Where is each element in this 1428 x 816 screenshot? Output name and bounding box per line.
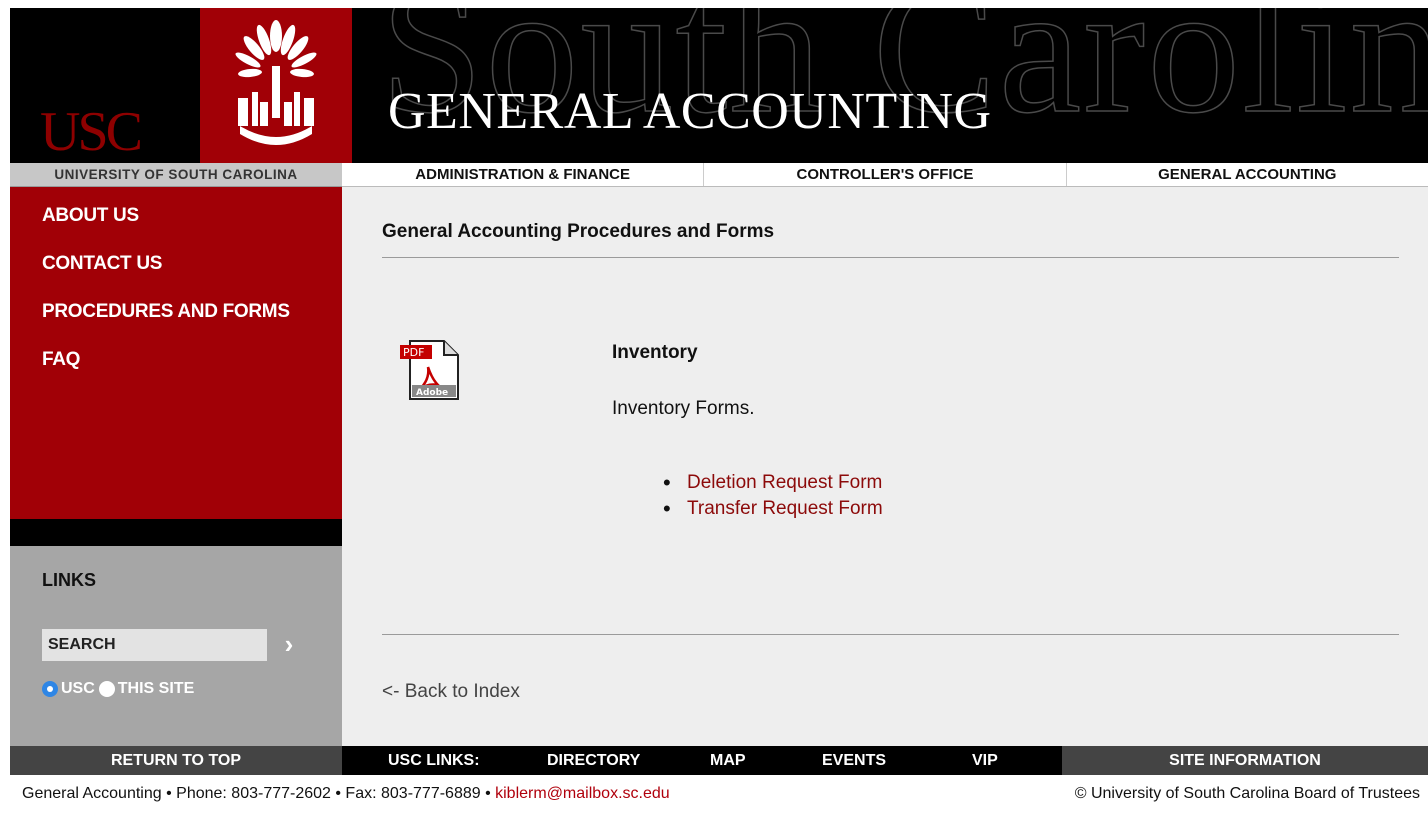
transfer-request-form-link[interactable]: Transfer Request Form bbox=[687, 498, 883, 519]
sidebar-item-contact-us[interactable]: CONTACT US bbox=[42, 253, 342, 275]
bottom-divider bbox=[382, 634, 1399, 635]
contact-details: General Accounting • Phone: 803-777-2602… bbox=[22, 785, 496, 802]
nav-controllers-office[interactable]: CONTROLLER'S OFFICE bbox=[704, 163, 1067, 186]
page-title: General Accounting Procedures and Forms bbox=[382, 221, 775, 242]
links-panel: LINKS › USC THIS SITE bbox=[10, 546, 342, 746]
sidebar-divider bbox=[10, 519, 342, 546]
usc-links-bar: USC LINKS: DIRECTORY MAP EVENTS VIP bbox=[342, 746, 1062, 775]
return-to-top-link[interactable]: RETURN TO TOP bbox=[10, 746, 342, 775]
top-nav: ADMINISTRATION & FINANCE CONTROLLER'S OF… bbox=[342, 163, 1428, 187]
university-bar[interactable]: UNIVERSITY OF SOUTH CAROLINA bbox=[10, 163, 342, 187]
radio-usc-label[interactable]: USC bbox=[61, 680, 95, 698]
section-title: Inventory bbox=[612, 342, 698, 363]
palm-tree-icon bbox=[235, 20, 317, 145]
links-heading: LINKS bbox=[42, 570, 96, 590]
pdf-icon[interactable]: PDF Adobe bbox=[398, 339, 460, 403]
back-to-index-link[interactable]: <- Back to Index bbox=[382, 681, 520, 703]
usc-links-label: USC LINKS: bbox=[388, 752, 480, 769]
site-title: GENERAL ACCOUNTING bbox=[388, 83, 992, 140]
vip-link[interactable]: VIP bbox=[972, 746, 998, 775]
forms-list: Deletion Request Form Transfer Request F… bbox=[663, 470, 883, 522]
sidebar-item-procedures-forms[interactable]: PROCEDURES AND FORMS bbox=[42, 301, 342, 323]
main-content: General Accounting Procedures and Forms … bbox=[342, 187, 1428, 746]
usc-logo-block[interactable]: USC bbox=[10, 8, 200, 163]
footer-info: General Accounting • Phone: 803-777-2602… bbox=[0, 775, 1428, 816]
map-link[interactable]: MAP bbox=[710, 746, 746, 775]
radio-this-site-label[interactable]: THIS SITE bbox=[118, 680, 194, 698]
search-input[interactable] bbox=[42, 629, 267, 661]
section-description: Inventory Forms. bbox=[612, 398, 755, 419]
site-header: South Carolina USC GENERAL ACCOUNTING bbox=[10, 8, 1428, 163]
radio-usc[interactable] bbox=[42, 681, 58, 697]
sidebar-item-about-us[interactable]: ABOUT US bbox=[42, 205, 342, 227]
events-link[interactable]: EVENTS bbox=[822, 746, 886, 775]
site-information-link[interactable]: SITE INFORMATION bbox=[1062, 746, 1428, 775]
directory-link[interactable]: DIRECTORY bbox=[547, 746, 640, 775]
palmetto-logo-block bbox=[200, 8, 352, 163]
radio-this-site[interactable] bbox=[98, 681, 115, 697]
copyright: © University of South Carolina Board of … bbox=[1074, 785, 1420, 802]
university-name[interactable]: UNIVERSITY OF SOUTH CAROLINA bbox=[10, 163, 342, 187]
deletion-request-form-link[interactable]: Deletion Request Form bbox=[687, 472, 882, 493]
nav-admin-finance[interactable]: ADMINISTRATION & FINANCE bbox=[342, 163, 705, 186]
usc-logo[interactable]: USC bbox=[40, 104, 143, 160]
contact-line: General Accounting • Phone: 803-777-2602… bbox=[22, 785, 670, 803]
list-item: Deletion Request Form bbox=[663, 470, 883, 496]
footer-bar: RETURN TO TOP USC LINKS: DIRECTORY MAP E… bbox=[10, 746, 1428, 775]
list-item: Transfer Request Form bbox=[663, 496, 883, 522]
sidebar-item-faq[interactable]: FAQ bbox=[42, 349, 342, 371]
search-scope: USC THIS SITE bbox=[42, 680, 198, 698]
sidebar: ABOUT US CONTACT US PROCEDURES AND FORMS… bbox=[10, 187, 342, 519]
svg-text:Adobe: Adobe bbox=[416, 388, 448, 398]
svg-text:PDF: PDF bbox=[403, 346, 424, 359]
email-link[interactable]: kiblerm@mailbox.sc.edu bbox=[495, 785, 670, 802]
title-divider bbox=[382, 257, 1399, 258]
nav-general-accounting[interactable]: GENERAL ACCOUNTING bbox=[1067, 163, 1428, 186]
chevron-right-icon[interactable]: › bbox=[276, 631, 302, 659]
